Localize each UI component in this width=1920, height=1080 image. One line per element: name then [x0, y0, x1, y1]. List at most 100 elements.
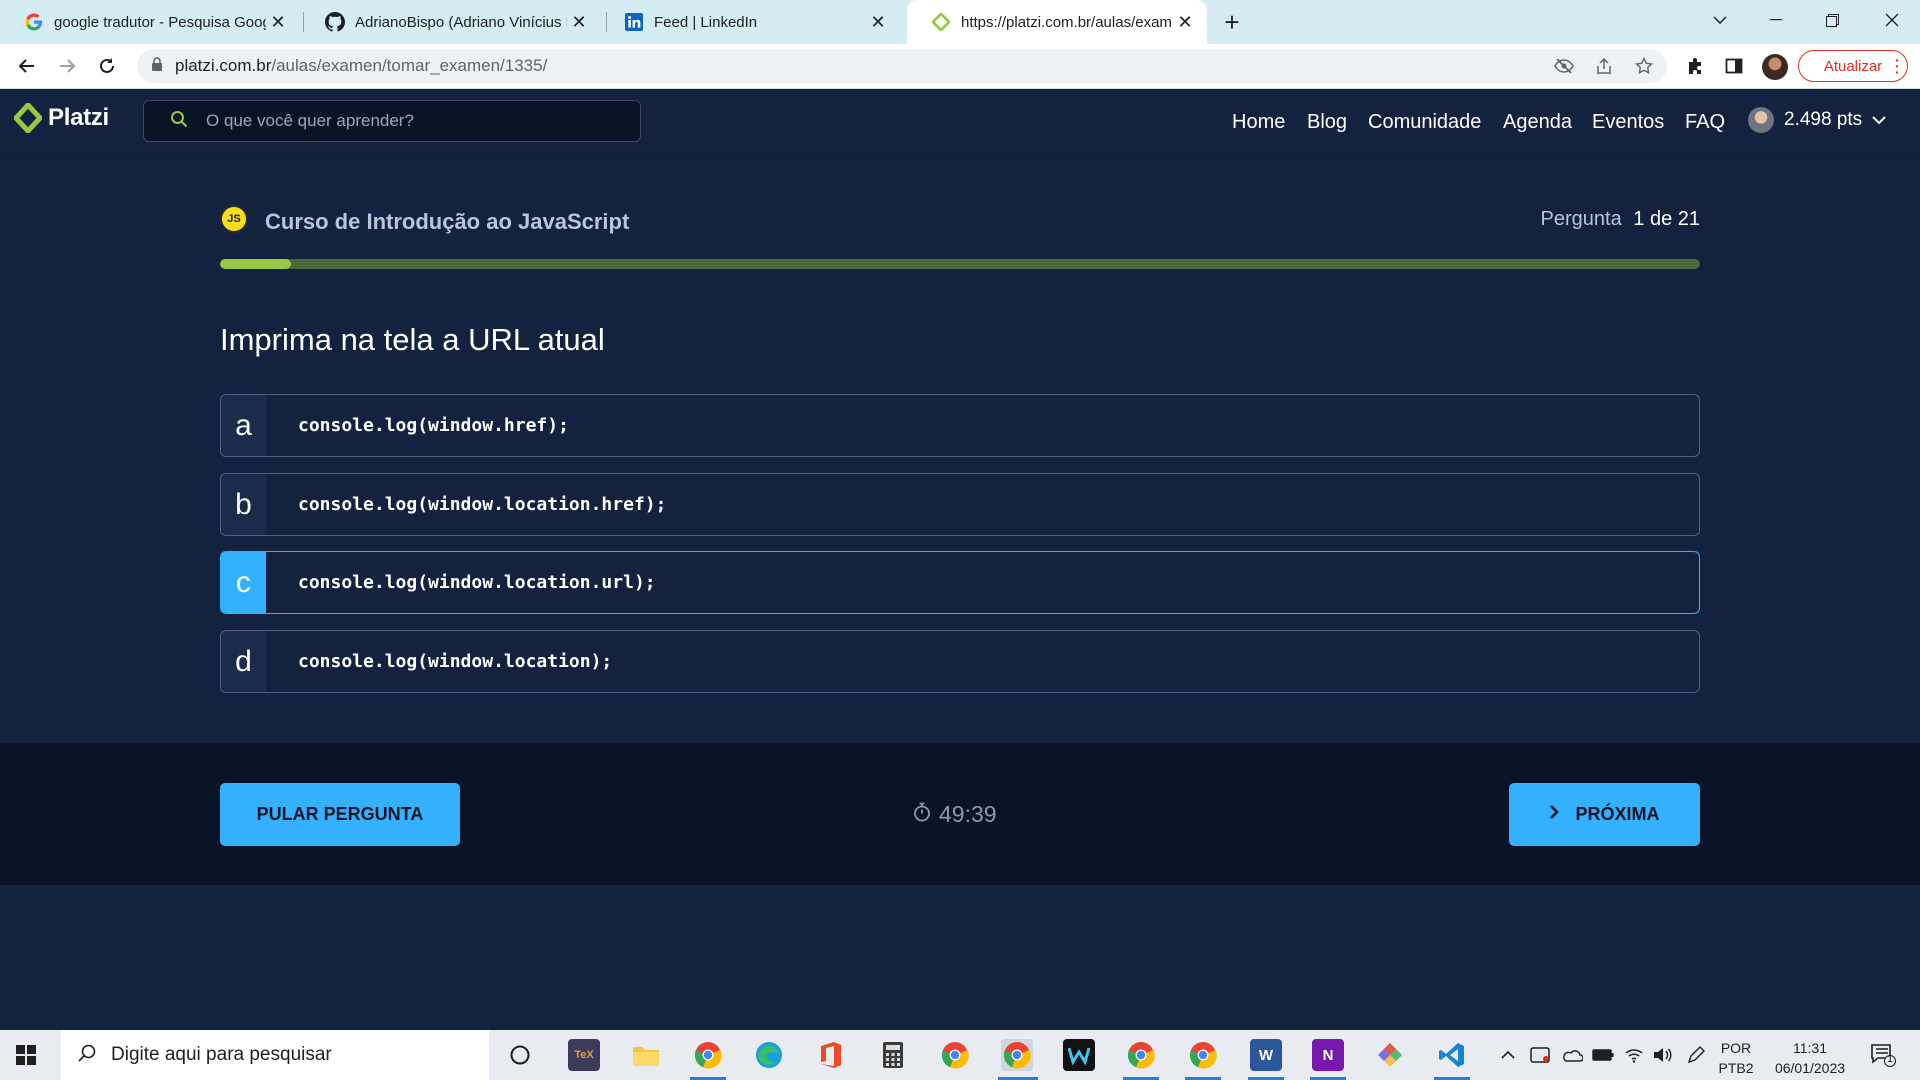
nav-comunidade[interactable]: Comunidade: [1368, 111, 1481, 134]
platzi-logo-icon: [14, 103, 42, 133]
question-number: 1 de 21: [1633, 208, 1700, 230]
site-header: Platzi Home Blog Comunidade Agenda Event…: [0, 89, 1920, 156]
option-code: console.log(window.location.href);: [298, 494, 667, 515]
vscode-icon[interactable]: [1436, 1039, 1468, 1071]
nav-faq[interactable]: FAQ: [1685, 111, 1725, 134]
tray-chevron-up-icon[interactable]: [1500, 1030, 1516, 1080]
language-code: POR: [1720, 1040, 1752, 1056]
option-code: console.log(window.href);: [298, 415, 569, 436]
task-view-icon[interactable]: [504, 1039, 536, 1071]
tab-github[interactable]: AdrianoBispo (Adriano Vinícius B ✕: [301, 0, 601, 44]
calculator-icon[interactable]: [877, 1039, 909, 1071]
close-tab-icon[interactable]: ✕: [866, 10, 890, 34]
platzi-logo[interactable]: Platzi: [14, 103, 109, 133]
windows-start-icon[interactable]: [16, 1045, 36, 1070]
stopwatch-icon: [913, 801, 931, 828]
notifications-icon[interactable]: 1: [1870, 1043, 1896, 1072]
close-window-icon[interactable]: [1864, 0, 1920, 40]
answer-option-c[interactable]: c console.log(window.location.url);: [220, 551, 1700, 614]
share-icon[interactable]: [1592, 54, 1616, 78]
texmaker-app-icon[interactable]: TeX: [568, 1039, 600, 1071]
answer-option-d[interactable]: d console.log(window.location);: [220, 630, 1700, 693]
nav-home[interactable]: Home: [1232, 111, 1285, 134]
reload-icon[interactable]: [91, 50, 123, 82]
skip-question-button[interactable]: PULAR PERGUNTA: [220, 783, 460, 846]
close-tab-icon[interactable]: ✕: [1173, 10, 1197, 34]
back-icon[interactable]: [11, 50, 43, 82]
wacom-app-icon[interactable]: [1063, 1039, 1095, 1071]
taskbar-search-box[interactable]: Digite aqui para pesquisar: [61, 1030, 489, 1080]
tab-title: https://platzi.com.br/aulas/exam: [961, 13, 1172, 31]
linkedin-icon: [624, 12, 644, 32]
next-label: PRÓXIMA: [1575, 804, 1660, 824]
tab-linkedin[interactable]: Feed | LinkedIn ✕: [600, 0, 900, 44]
exam-actions-bar: PULAR PERGUNTA 49:39 PRÓXIMA: [0, 743, 1920, 885]
option-code: console.log(window.location);: [298, 651, 613, 672]
close-tab-icon[interactable]: ✕: [266, 10, 290, 34]
chrome-icon[interactable]: [939, 1039, 971, 1071]
exam-timer: 49:39: [913, 801, 997, 828]
chrome-active-icon[interactable]: [1001, 1039, 1033, 1071]
url-text: platzi.com.br/aulas/examen/tomar_examen/…: [175, 56, 547, 76]
clock-time: 11:31: [1793, 1040, 1827, 1056]
forward-icon[interactable]: [51, 50, 83, 82]
question-text: Imprima na tela a URL atual: [220, 322, 605, 357]
minimize-icon[interactable]: [1748, 0, 1804, 40]
profile-avatar[interactable]: [1762, 54, 1788, 80]
chrome-profile-3-icon[interactable]: [1187, 1039, 1219, 1071]
edge-icon[interactable]: [753, 1039, 785, 1071]
git-kraken-icon[interactable]: [1374, 1039, 1406, 1071]
nav-agenda[interactable]: Agenda: [1503, 111, 1572, 134]
search-input[interactable]: [204, 110, 608, 132]
tab-platzi-active[interactable]: https://platzi.com.br/aulas/exam ✕: [907, 0, 1207, 44]
wifi-icon[interactable]: [1624, 1030, 1644, 1080]
side-panel-icon[interactable]: [1722, 54, 1746, 78]
clock-date: 06/01/2023: [1774, 1060, 1846, 1076]
pen-icon[interactable]: [1686, 1030, 1706, 1080]
more-vertical-icon[interactable]: ⋮: [1888, 56, 1906, 77]
answer-option-a[interactable]: a console.log(window.href);: [220, 394, 1700, 457]
tab-search-chevron-icon[interactable]: [1692, 0, 1748, 40]
nav-blog[interactable]: Blog: [1307, 111, 1347, 134]
office-icon[interactable]: [815, 1039, 847, 1071]
input-language-indicator[interactable]: POR PTB2: [1716, 1038, 1756, 1078]
nav-eventos[interactable]: Eventos: [1592, 111, 1664, 134]
address-bar[interactable]: platzi.com.br/aulas/examen/tomar_examen/…: [137, 49, 1667, 83]
extensions-puzzle-icon[interactable]: [1684, 54, 1708, 78]
google-icon: [24, 12, 44, 32]
meet-now-icon[interactable]: [1530, 1030, 1550, 1080]
new-tab-icon[interactable]: +: [1218, 7, 1246, 37]
option-code: console.log(window.location.url);: [298, 572, 656, 593]
word-icon[interactable]: W: [1250, 1039, 1282, 1071]
chrome-profile-icon[interactable]: [692, 1039, 724, 1071]
onenote-icon[interactable]: N: [1312, 1039, 1344, 1071]
url-host: platzi.com.br: [175, 56, 272, 75]
chrome-profile-2-icon[interactable]: [1125, 1039, 1157, 1071]
taskbar-clock[interactable]: 11:31 06/01/2023: [1762, 1038, 1858, 1078]
file-explorer-icon[interactable]: [630, 1039, 662, 1071]
platzi-icon: [931, 12, 951, 32]
site-search-box[interactable]: [143, 100, 641, 142]
search-icon: [170, 110, 188, 133]
timer-text: 49:39: [939, 801, 997, 827]
lock-icon[interactable]: [151, 56, 163, 76]
logo-text: Platzi: [48, 104, 109, 131]
question-label: Pergunta: [1540, 208, 1622, 230]
onedrive-icon[interactable]: [1561, 1030, 1583, 1080]
battery-icon[interactable]: [1592, 1030, 1614, 1080]
close-tab-icon[interactable]: ✕: [567, 10, 591, 34]
answer-option-b[interactable]: b console.log(window.location.href);: [220, 473, 1700, 536]
keyboard-layout: PTB2: [1718, 1060, 1754, 1076]
volume-icon[interactable]: [1652, 1030, 1672, 1080]
browser-toolbar: platzi.com.br/aulas/examen/tomar_examen/…: [0, 44, 1920, 89]
option-letter: c: [221, 552, 266, 613]
points-text: 2.498 pts: [1784, 109, 1863, 130]
eye-off-icon[interactable]: [1552, 54, 1576, 78]
user-points-menu[interactable]: 2.498 pts: [1748, 107, 1886, 133]
question-counter: Pergunta 1 de 21: [1541, 208, 1700, 231]
restore-icon[interactable]: [1804, 0, 1860, 40]
bookmark-star-icon[interactable]: [1632, 54, 1656, 78]
chevron-down-icon: [1872, 109, 1886, 131]
tab-google[interactable]: google tradutor - Pesquisa Goog ✕: [0, 0, 300, 44]
next-question-button[interactable]: PRÓXIMA: [1509, 783, 1700, 846]
